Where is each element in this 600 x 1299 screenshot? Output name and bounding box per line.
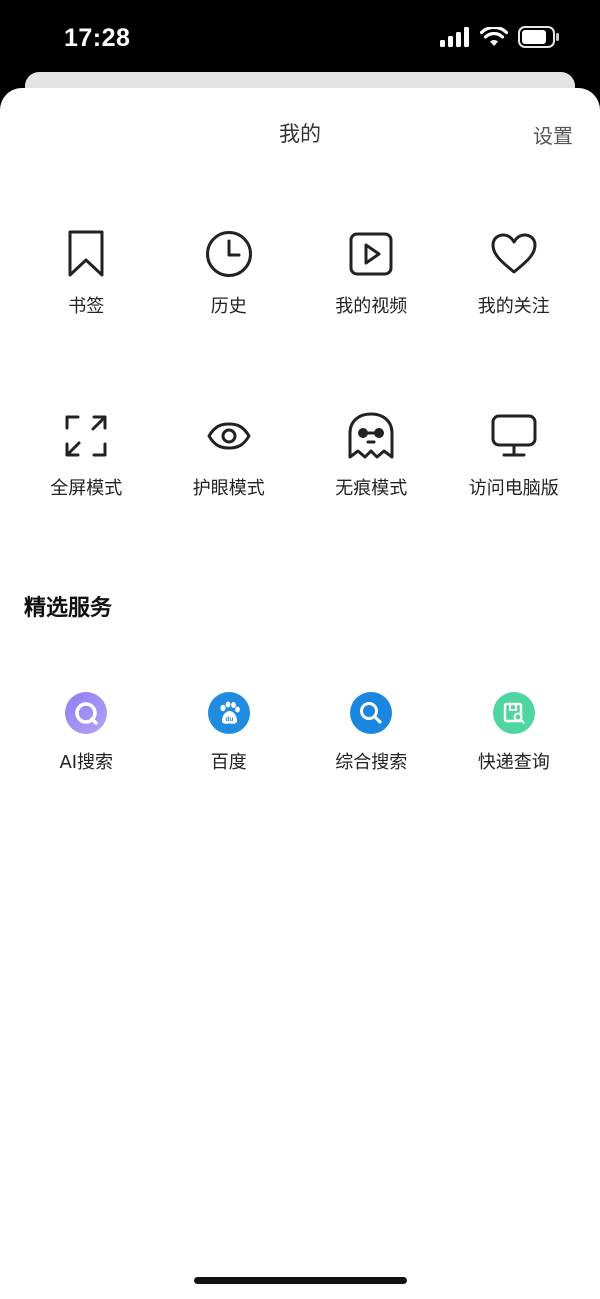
video-icon [343,226,399,282]
incognito-mode-label: 无痕模式 [335,478,408,499]
desktop-version-button[interactable]: 访问电脑版 [443,408,586,500]
menu-row-2: 全屏模式 护眼模式 无痕模式 访问电脑版 [15,408,585,500]
my-panel-sheet: 我的 设置 书签 历史 我的视频 我的关注 全屏模式 护眼模式 无痕模式 访问电… [0,88,600,1299]
history-button[interactable]: 历史 [158,226,301,318]
search-icon [350,692,393,734]
panel-header: 我的 设置 [0,88,600,176]
my-follows-button[interactable]: 我的关注 [443,226,586,318]
ghost-icon [343,408,399,464]
bookmarks-button[interactable]: 书签 [15,226,158,318]
status-bar: 17:28 [0,0,600,80]
baidu-button[interactable]: du 百度 [158,692,301,774]
incognito-mode-button[interactable]: 无痕模式 [300,408,443,500]
history-label: 历史 [210,296,247,317]
eye-care-mode-button[interactable]: 护眼模式 [158,408,301,500]
page-title: 我的 [279,122,321,146]
ai-search-icon [65,692,108,734]
express-query-button[interactable]: 快递查询 [443,692,586,774]
fullscreen-mode-label: 全屏模式 [50,478,123,499]
status-time: 17:28 [64,24,131,52]
package-search-icon [492,692,535,734]
ai-search-label: AI搜索 [59,752,114,773]
heart-icon [486,226,542,282]
signal-icon [440,27,469,47]
section-title-services: 精选服务 [24,596,113,621]
my-follows-label: 我的关注 [477,296,550,317]
combined-search-button[interactable]: 综合搜索 [300,692,443,774]
desktop-version-label: 访问电脑版 [468,478,559,499]
home-indicator[interactable] [194,1277,407,1284]
fullscreen-icon [58,408,114,464]
baidu-label: 百度 [210,752,247,773]
eye-care-mode-label: 护眼模式 [192,478,265,499]
settings-button[interactable]: 设置 [533,120,573,149]
status-icons [440,26,560,48]
monitor-icon [486,408,542,464]
menu-row-1: 书签 历史 我的视频 我的关注 [15,226,585,318]
battery-icon [518,26,559,48]
my-videos-button[interactable]: 我的视频 [300,226,443,318]
eye-icon [201,408,257,464]
wifi-icon [480,27,508,46]
svg-text:du: du [225,716,233,723]
my-videos-label: 我的视频 [335,296,408,317]
ai-search-button[interactable]: AI搜索 [15,692,158,774]
bookmarks-label: 书签 [68,296,105,317]
bookmark-icon [58,226,114,282]
fullscreen-mode-button[interactable]: 全屏模式 [15,408,158,500]
clock-icon [201,226,257,282]
baidu-paw-icon: du [207,692,250,734]
express-query-label: 快递查询 [477,752,550,773]
combined-search-label: 综合搜索 [335,752,408,773]
services-row: AI搜索 du 百度 综合搜索 快递查询 [15,692,585,774]
